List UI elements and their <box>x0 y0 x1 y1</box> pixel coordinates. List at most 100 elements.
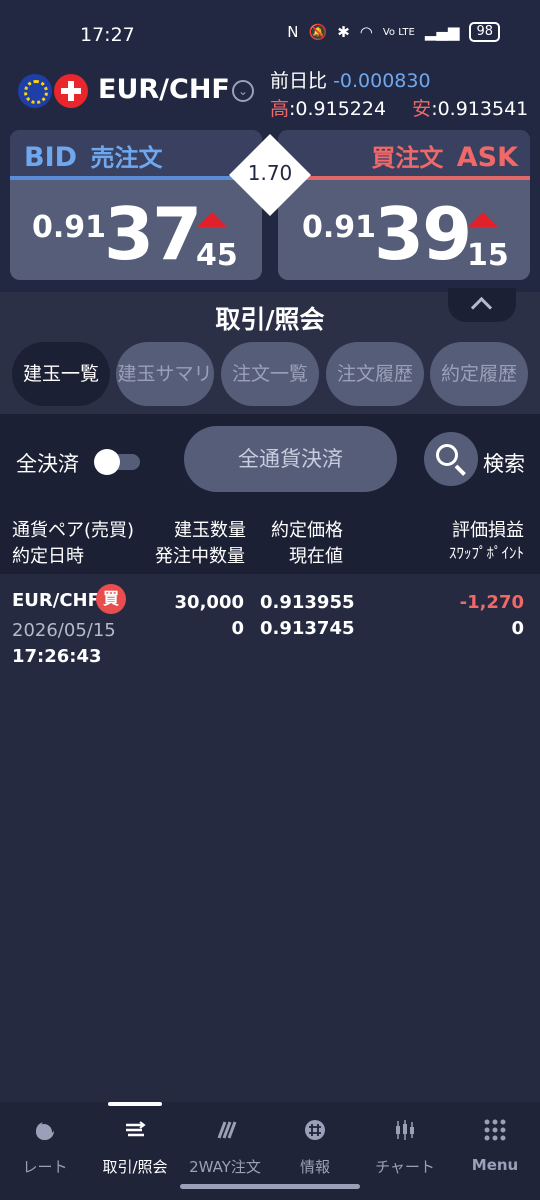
pair-title[interactable]: EUR/CHF <box>98 74 230 105</box>
close-all-toggle[interactable] <box>94 448 140 475</box>
bid-up-arrow-icon <box>197 212 227 227</box>
row-swap: 0 <box>511 618 524 639</box>
search-button[interactable] <box>424 432 478 486</box>
collapse-button[interactable] <box>448 288 516 322</box>
nav-trade-label: 取引/照会 <box>102 1158 168 1176</box>
rate-icon <box>36 1120 55 1140</box>
table-header: 通貨ペア(売買) 約定日時 建玉数量 発注中数量 約定価格 現在値 評価損益 ｽ… <box>0 506 540 574</box>
search-label[interactable]: 検索 <box>483 448 525 478</box>
low-value: :0.913541 <box>431 98 529 120</box>
nav-2way[interactable]: 2WAY注文 <box>180 1112 270 1178</box>
row-pnl: -1,270 <box>459 592 524 613</box>
nav-trade[interactable]: 取引/照会 <box>90 1112 180 1178</box>
bluetooth-icon: ✱ <box>337 23 350 41</box>
ask-label: ASK <box>456 142 518 173</box>
nav-menu-label: Menu <box>471 1156 519 1174</box>
row-time: 17:26:43 <box>12 646 102 667</box>
header-exec-datetime: 約定日時 <box>12 546 84 567</box>
all-currency-close-button[interactable]: 全通貨決済 <box>184 426 397 492</box>
row-pair: EUR/CHF <box>12 590 100 611</box>
mute-icon: 🔕 <box>308 23 328 41</box>
ask-header: 買注文 ASK <box>278 130 530 180</box>
ask-buy-button[interactable]: 買注文 ASK 0.91 39 15 <box>278 130 530 280</box>
change-label: 前日比 <box>270 70 328 92</box>
tab-order-list[interactable]: 注文一覧 <box>221 342 319 406</box>
high-value: :0.915224 <box>289 98 387 120</box>
bid-label: BID <box>24 142 78 173</box>
tab-order-history[interactable]: 注文履歴 <box>326 342 424 406</box>
swiss-flag-icon <box>54 74 88 108</box>
low-label: 安 <box>412 98 432 120</box>
2way-icon <box>217 1121 237 1139</box>
ask-price-tail: 15 <box>467 238 509 273</box>
bid-sell-button[interactable]: BID 売注文 0.91 37 45 <box>10 130 262 280</box>
nav-info-label: 情報 <box>299 1158 330 1176</box>
row-date: 2026/05/15 <box>12 620 116 641</box>
sell-order-label: 売注文 <box>90 144 163 172</box>
row-exec-price: 0.913955 <box>260 592 355 613</box>
bid-price-prefix: 0.91 <box>32 210 107 245</box>
ask-price-big: 39 <box>374 192 472 276</box>
eu-flag-icon <box>18 74 52 108</box>
wifi-icon: ◠ <box>359 23 373 41</box>
row-current-price: 0.913745 <box>260 618 355 639</box>
info-icon <box>305 1120 325 1140</box>
active-tab-indicator <box>108 1102 162 1106</box>
close-all-label: 全決済 <box>16 452 79 476</box>
nav-menu[interactable]: Menu <box>450 1112 540 1178</box>
spread-value: 1.70 <box>247 161 293 185</box>
header-position-qty: 建玉数量 <box>174 520 246 541</box>
row-pending-qty: 0 <box>231 618 244 639</box>
status-time: 17:27 <box>80 24 135 46</box>
high-label: 高 <box>270 98 290 120</box>
spread-badge: 1.70 <box>227 132 313 218</box>
high-low: 高:0.915224 安:0.913541 <box>270 94 528 121</box>
nav-info[interactable]: 情報 <box>270 1112 360 1178</box>
bid-header-label: BID 売注文 <box>24 138 162 173</box>
battery-icon: 98 <box>469 22 500 42</box>
gesture-bar[interactable] <box>180 1184 360 1189</box>
nav-2way-label: 2WAY注文 <box>189 1158 261 1176</box>
signal-icon: ▂▄▆ <box>424 23 460 41</box>
trade-icon <box>126 1121 146 1137</box>
header-pair: 通貨ペア(売買) <box>12 520 135 541</box>
ask-up-arrow-icon <box>468 212 498 227</box>
nav-rate-label: レート <box>22 1158 68 1176</box>
tab-execution-history[interactable]: 約定履歴 <box>430 342 528 406</box>
chart-icon <box>396 1120 414 1140</box>
bid-header: BID 売注文 <box>10 130 262 180</box>
status-icons: N 🔕 ✱ ◠ Vo LTE ▂▄▆ 98 <box>287 22 500 42</box>
position-list: EUR/CHF 買 2026/05/15 17:26:43 30,000 0 0… <box>0 574 540 1102</box>
chevron-down-icon[interactable]: ⌄ <box>232 80 254 102</box>
ask-price: 0.91 39 15 <box>278 190 530 278</box>
prev-day-change: 前日比 -0.000830 <box>270 66 431 93</box>
nav-chart-label: チャート <box>375 1158 435 1176</box>
table-row[interactable]: EUR/CHF 買 2026/05/15 17:26:43 30,000 0 0… <box>0 574 540 674</box>
row-position-qty: 30,000 <box>174 592 244 613</box>
tab-positions[interactable]: 建玉一覧 <box>12 342 110 406</box>
change-value: -0.000830 <box>333 70 431 92</box>
volte-icon: Vo LTE <box>382 26 415 38</box>
tab-position-summary[interactable]: 建玉サマリ <box>116 342 214 406</box>
bid-price: 0.91 37 45 <box>10 190 262 278</box>
header-current-price: 現在値 <box>289 546 343 567</box>
header-pnl: 評価損益 <box>452 520 524 541</box>
section-title-bar: 取引/照会 <box>0 288 540 342</box>
header-pending-qty: 発注中数量 <box>155 546 245 567</box>
ask-header-label: 買注文 ASK <box>371 138 518 173</box>
pair-header: EUR/CHF ⌄ 前日比 -0.000830 高:0.915224 安:0.9… <box>0 64 540 126</box>
ask-price-prefix: 0.91 <box>302 210 377 245</box>
status-bar: 17:27 N 🔕 ✱ ◠ Vo LTE ▂▄▆ 98 <box>0 0 540 64</box>
bid-price-big: 37 <box>104 192 202 276</box>
menu-grid-icon <box>484 1119 506 1141</box>
price-panel: BID 売注文 0.91 37 45 買注文 ASK 0.91 39 15 1.… <box>0 126 540 292</box>
buy-badge: 買 <box>96 584 126 614</box>
header-swap: ｽﾜｯﾌﾟﾎﾟｲﾝﾄ <box>448 544 524 562</box>
search-icon <box>436 444 458 466</box>
nav-chart[interactable]: チャート <box>360 1112 450 1178</box>
nfc-icon: N <box>287 23 299 41</box>
nav-rate[interactable]: レート <box>0 1112 90 1178</box>
action-row: 全決済 全通貨決済 検索 <box>0 414 540 506</box>
bid-price-tail: 45 <box>196 238 238 273</box>
buy-order-label: 買注文 <box>371 144 444 172</box>
